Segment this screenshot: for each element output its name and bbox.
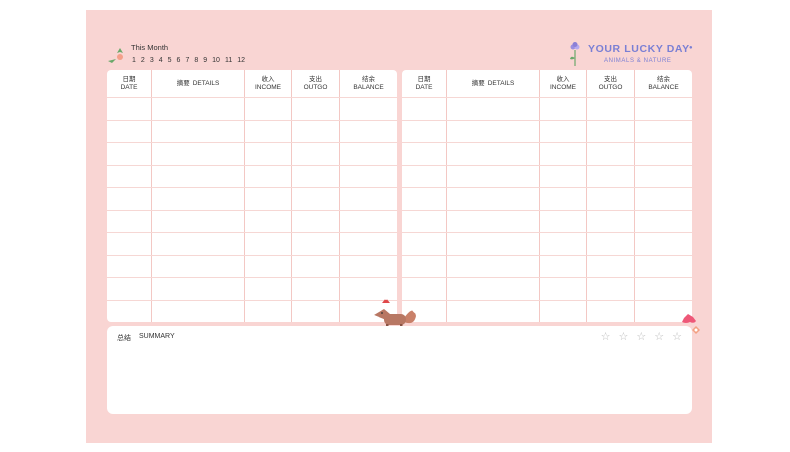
star-icon[interactable]: ☆: [654, 330, 664, 343]
column-divider: [586, 70, 587, 322]
star-icon[interactable]: ☆: [619, 330, 629, 343]
header-cn: 摘要: [176, 79, 190, 87]
row-divider: [107, 255, 397, 256]
header-cn: 摘要: [471, 79, 485, 87]
row-divider: [107, 300, 397, 301]
header-en: DETAILS: [192, 79, 220, 87]
header-en: BALANCE: [648, 83, 679, 91]
column-divider: [339, 70, 340, 322]
column-header-date: 日期 DATE: [107, 70, 151, 97]
row-divider: [107, 165, 397, 166]
column-header-income: 收入 INCOME: [245, 70, 291, 97]
column-header-income: 收入 INCOME: [540, 70, 586, 97]
star-icon[interactable]: ☆: [636, 330, 646, 343]
ledger-table-left: 日期 DATE 摘要 DETAILS 收入 INCOME 支出 OUTGO 结余…: [107, 70, 397, 322]
column-divider: [151, 70, 152, 322]
header-cn: 收入: [261, 75, 275, 83]
header-en: BALANCE: [353, 83, 384, 91]
header-en: OUTGO: [303, 83, 328, 91]
header-en: DATE: [415, 83, 433, 91]
ledger-table-right: 日期 DATE 摘要 DETAILS 收入 INCOME 支出 OUTGO 结余…: [402, 70, 692, 322]
brand-title: YOUR LUCKY DAY: [588, 43, 690, 55]
header-en: OUTGO: [598, 83, 623, 91]
month-1[interactable]: 1: [132, 57, 136, 64]
month-8[interactable]: 8: [194, 57, 198, 64]
row-divider: [402, 210, 692, 211]
row-divider: [107, 142, 397, 143]
month-6[interactable]: 6: [177, 57, 181, 64]
column-header-outgo: 支出 OUTGO: [587, 70, 634, 97]
summary-label-cn: 总结: [117, 335, 131, 342]
row-divider: [107, 232, 397, 233]
column-divider: [539, 70, 540, 322]
header-en: INCOME: [550, 83, 576, 91]
column-divider: [446, 70, 447, 322]
row-divider: [402, 300, 692, 301]
row-divider: [402, 277, 692, 278]
header-cn: 支出: [604, 75, 617, 83]
month-12[interactable]: 12: [237, 57, 245, 64]
star-rating: ☆ ☆ ☆ ☆ ☆: [601, 330, 682, 343]
column-divider: [291, 70, 292, 322]
column-header-date: 日期 DATE: [402, 70, 446, 97]
month-7[interactable]: 7: [185, 57, 189, 64]
month-11[interactable]: 11: [225, 57, 232, 64]
month-2[interactable]: 2: [141, 57, 145, 64]
row-divider: [107, 210, 397, 211]
header-cn: 日期: [122, 75, 136, 83]
row-divider: [402, 232, 692, 233]
header-en: DETAILS: [487, 79, 515, 87]
row-divider: [107, 187, 397, 188]
header-cn: 收入: [556, 75, 570, 83]
row-divider: [402, 165, 692, 166]
column-header-balance: 结余 BALANCE: [635, 70, 692, 97]
star-icon[interactable]: ☆: [601, 330, 611, 343]
row-divider: [402, 142, 692, 143]
this-month-label: This Month: [131, 43, 169, 52]
column-header-details: 摘要 DETAILS: [447, 70, 539, 97]
header-cn: 结余: [362, 75, 375, 83]
month-5[interactable]: 5: [168, 57, 172, 64]
dot-icon: ●: [689, 45, 693, 51]
row-divider: [402, 120, 692, 121]
column-divider: [634, 70, 635, 322]
summary-label-en: SUMMARY: [139, 333, 175, 340]
month-9[interactable]: 9: [203, 57, 207, 64]
header-cn: 结余: [657, 75, 670, 83]
flower-icon: [570, 42, 580, 66]
row-divider: [107, 277, 397, 278]
month-3[interactable]: 3: [150, 57, 154, 64]
row-divider: [107, 120, 397, 121]
column-header-outgo: 支出 OUTGO: [292, 70, 339, 97]
column-divider: [244, 70, 245, 322]
row-divider: [402, 97, 692, 98]
leaf-icon: [108, 48, 123, 63]
month-10[interactable]: 10: [212, 57, 220, 64]
header-en: DATE: [120, 83, 138, 91]
brand-subtitle: ANIMALS & NATURE: [604, 58, 672, 64]
column-header-details: 摘要 DETAILS: [152, 70, 244, 97]
month-selector: 1 2 3 4 5 6 7 8 9 10 11 12: [132, 57, 245, 64]
row-divider: [402, 187, 692, 188]
header-en: INCOME: [255, 83, 281, 91]
month-4[interactable]: 4: [159, 57, 163, 64]
header-cn: 支出: [309, 75, 322, 83]
row-divider: [107, 97, 397, 98]
star-icon[interactable]: ☆: [672, 330, 682, 343]
column-header-balance: 结余 BALANCE: [340, 70, 397, 97]
summary-card: 总结 SUMMARY ☆ ☆ ☆ ☆ ☆: [107, 326, 692, 414]
header-cn: 日期: [417, 75, 431, 83]
row-divider: [402, 255, 692, 256]
